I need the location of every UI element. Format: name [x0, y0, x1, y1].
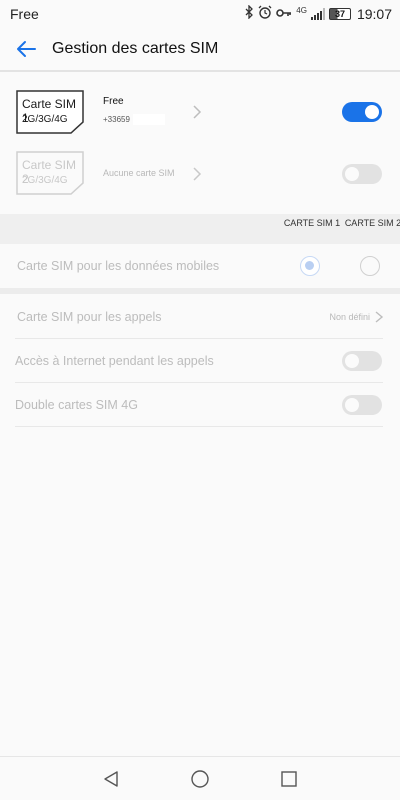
mobile-data-label: Carte SIM pour les données mobiles	[17, 259, 220, 273]
nav-back-icon	[104, 771, 118, 787]
network-type: 4G	[296, 5, 307, 15]
dual-4g-toggle[interactable]	[342, 395, 382, 415]
chevron-right-icon	[375, 311, 384, 323]
sim1-number-redaction	[133, 114, 165, 125]
nav-back-button[interactable]	[99, 767, 123, 791]
sim2-card-icon: Carte SIM 2 2G/3G/4G	[16, 151, 84, 195]
bluetooth-icon	[244, 4, 254, 23]
internet-during-calls-toggle[interactable]	[342, 351, 382, 371]
dual-4g-toggle-knob	[345, 398, 359, 412]
calls-sim-label: Carte SIM pour les appels	[17, 310, 162, 324]
calls-sim-value: Non défini	[329, 312, 370, 322]
column-sim2: CARTE SIM 2	[344, 218, 400, 228]
screen: Free 4G 37 19:07 Gestion des cartes SIM …	[0, 0, 400, 800]
alarm-icon	[258, 5, 272, 23]
sim1-number: +33659	[103, 115, 130, 124]
key-icon	[276, 6, 292, 22]
sim2-status: Aucune carte SIM	[103, 168, 175, 178]
nav-recents-button[interactable]	[277, 767, 301, 791]
signal-icon	[310, 8, 325, 20]
navigation-bar	[0, 756, 400, 800]
sim2-row[interactable]: Carte SIM 2 2G/3G/4G Aucune carte SIM	[0, 151, 400, 201]
page-title: Gestion des cartes SIM	[52, 40, 219, 57]
sim1-row[interactable]: Carte SIM 1 2G/3G/4G Free +33659	[0, 90, 400, 140]
nav-home-icon	[191, 770, 209, 788]
internet-during-calls-row[interactable]: Accès à Internet pendant les appels	[0, 339, 400, 383]
section-divider	[0, 288, 400, 294]
sim1-carrier: Free	[103, 96, 124, 107]
sim1-type: 2G/3G/4G	[22, 114, 68, 125]
app-header: Gestion des cartes SIM	[0, 28, 400, 70]
internet-during-calls-toggle-knob	[345, 354, 359, 368]
dual-4g-row[interactable]: Double cartes SIM 4G	[0, 383, 400, 427]
sim1-card-icon: Carte SIM 1 2G/3G/4G	[16, 90, 84, 134]
chevron-right-icon[interactable]	[190, 103, 204, 121]
dual-4g-label: Double cartes SIM 4G	[15, 398, 138, 412]
nav-recents-icon	[281, 771, 297, 787]
battery-icon: 37	[328, 8, 351, 20]
mobile-data-sim2-radio[interactable]	[360, 256, 380, 276]
chevron-right-icon[interactable]	[190, 165, 204, 183]
sim1-toggle-knob	[365, 105, 379, 119]
arrow-back-icon	[17, 41, 36, 57]
mobile-data-sim1-radio[interactable]	[300, 256, 320, 276]
calls-sim-row[interactable]: Carte SIM pour les appels Non défini	[0, 295, 400, 339]
internet-during-calls-label: Accès à Internet pendant les appels	[15, 354, 214, 368]
sim-columns-header: CARTE SIM 1 CARTE SIM 2	[0, 214, 400, 244]
back-button[interactable]	[12, 36, 40, 62]
header-divider	[0, 70, 400, 72]
status-bar: Free 4G 37 19:07	[0, 0, 400, 28]
mobile-data-row: Carte SIM pour les données mobiles	[0, 244, 400, 288]
column-sim1: CARTE SIM 1	[283, 218, 341, 228]
row-divider	[15, 426, 383, 427]
sim2-type: 2G/3G/4G	[22, 175, 68, 186]
sim2-toggle[interactable]	[342, 164, 382, 184]
status-carrier: Free	[10, 6, 39, 22]
battery-level: 37	[334, 9, 345, 19]
nav-home-button[interactable]	[188, 767, 212, 791]
status-icons: 4G 37 19:07	[244, 4, 392, 23]
status-time: 19:07	[356, 6, 392, 22]
sim2-toggle-knob	[345, 167, 359, 181]
sim1-toggle[interactable]	[342, 102, 382, 122]
